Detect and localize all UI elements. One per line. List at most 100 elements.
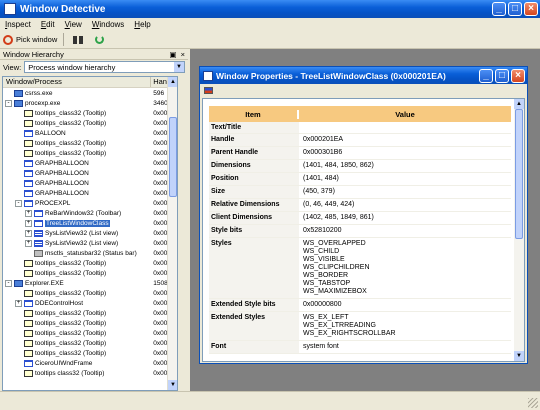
view-label: View: <box>3 62 22 72</box>
tree-row[interactable]: GRAPHBALLOON 0x0002 <box>3 168 177 178</box>
find-button[interactable] <box>67 33 89 47</box>
maximize-icon[interactable]: □ <box>495 68 509 83</box>
tree-row[interactable]: tooltips_class32 (Tooltip) 0x0002 <box>3 268 177 278</box>
close-icon[interactable]: × <box>511 68 525 83</box>
chevron-down-icon[interactable]: ▼ <box>174 62 184 72</box>
collapse-icon[interactable]: - <box>5 99 12 107</box>
tree-row[interactable]: tooltips_class32 (Tooltip) 0x0002 <box>3 288 177 298</box>
minimize-icon[interactable]: _ <box>492 2 506 16</box>
maximize-icon[interactable]: □ <box>508 2 522 16</box>
tree-row[interactable]: - Explorer.EXE 1508 <box>3 278 177 288</box>
tree-row[interactable]: tooltips_class32 (Tooltip) 0x0001 <box>3 348 177 358</box>
tooltip-icon <box>24 149 33 157</box>
expand-icon[interactable]: + <box>25 229 32 237</box>
property-row[interactable]: Client Dimensions (1402, 485, 1849, 861) <box>209 212 511 225</box>
pick-window-button[interactable]: Pick window <box>0 33 60 47</box>
main-title-bar[interactable]: Window Detective _ □ × <box>0 0 540 18</box>
collapse-icon[interactable]: - <box>15 199 22 207</box>
tree-row-label: PROCEXPL <box>35 199 71 207</box>
tree-row[interactable]: GRAPHBALLOON 0x0002 <box>3 178 177 188</box>
tree-row[interactable]: + SysListView32 (List view) 0x0002 <box>3 228 177 238</box>
column-header-value: Value <box>395 109 415 119</box>
tree-row[interactable]: + SysListView32 (List view) 0x0002 <box>3 238 177 248</box>
tree-row[interactable]: - procexp.exe 3460 <box>3 98 177 108</box>
resize-grip-icon[interactable] <box>528 398 538 408</box>
tree-row[interactable]: tooltips_class32 (Tooltip) 0x0003 <box>3 138 177 148</box>
tree-row-name: BALLOON <box>3 129 153 137</box>
property-row[interactable]: Dimensions (1401, 484, 1850, 862) <box>209 160 511 173</box>
tooltip-icon <box>24 289 33 297</box>
proc-icon <box>14 89 23 97</box>
refresh-button[interactable] <box>89 33 110 47</box>
property-row[interactable]: Handle 0x000201EA <box>209 134 511 147</box>
properties-title-bar[interactable]: Window Properties - TreeListWindowClass … <box>200 67 527 84</box>
property-row[interactable]: Parent Handle 0x000301B6 <box>209 147 511 160</box>
tree-row-name: GRAPHBALLOON <box>3 169 153 177</box>
minimize-icon[interactable]: _ <box>479 68 493 83</box>
property-row[interactable]: Styles WS_OVERLAPPED WS_CHILD WS_VISIBLE … <box>209 238 511 299</box>
tree-row[interactable]: tooltips_class32 (Tooltip) 0x0003 <box>3 338 177 348</box>
scroll-up-icon[interactable]: ▲ <box>168 77 177 87</box>
hierarchy-tree[interactable]: Window/Process Handle csrss.exe 596- proce… <box>2 76 178 391</box>
property-row[interactable]: Size (450, 379) <box>209 186 511 199</box>
scroll-down-icon[interactable]: ▼ <box>514 351 524 361</box>
expand-icon[interactable]: + <box>25 209 32 217</box>
status-icon <box>34 249 43 257</box>
tree-row[interactable]: csrss.exe 596 <box>3 88 177 98</box>
menu-edit[interactable]: Edit <box>36 20 60 29</box>
tree-row[interactable]: tooltips_class32 (Tooltip) 0x0003 <box>3 328 177 338</box>
tree-row[interactable]: msctls_statusbar32 (Status bar) 0x0002 <box>3 248 177 258</box>
menu-inspect[interactable]: Inspect <box>0 20 36 29</box>
tree-row[interactable]: tooltips class32 (Tooltip) 0x0001 <box>3 368 177 378</box>
menu-view[interactable]: View <box>60 20 87 29</box>
pane-float-icon[interactable]: ▣ <box>170 50 177 59</box>
tree-row[interactable]: + ReBarWindow32 (Toolbar) 0x0002 <box>3 208 177 218</box>
tree-row-label: CiceroUIWndFrame <box>35 359 93 367</box>
tree-row[interactable]: - PROCEXPL 0x0003 <box>3 198 177 208</box>
tree-row-label: procexp.exe <box>25 99 61 107</box>
view-select[interactable]: Process window hierarchy ▼ <box>24 61 185 73</box>
tree-row[interactable]: + TreeListWindowClass 0x0002 <box>3 218 177 228</box>
tree-row[interactable]: tooltips_class32 (Tooltip) 0x0002 <box>3 258 177 268</box>
window-icon <box>24 169 33 177</box>
tree-row-name: csrss.exe <box>3 89 153 97</box>
tree-row[interactable]: BALLOON 0x0003 <box>3 128 177 138</box>
column-header-name[interactable]: Window/Process <box>3 77 152 87</box>
menu-help[interactable]: Help <box>129 20 155 29</box>
property-row[interactable]: Extended Style bits 0x00000800 <box>209 299 511 312</box>
scroll-thumb[interactable] <box>515 109 523 239</box>
tree-row[interactable]: CiceroUIWndFrame 0x0001 <box>3 358 177 368</box>
property-row[interactable]: Style bits 0x52810200 <box>209 225 511 238</box>
tree-row[interactable]: tooltips_class32 (Tooltip) 0x0001 <box>3 308 177 318</box>
properties-scrollbar[interactable]: ▲ ▼ <box>514 99 524 361</box>
expand-icon[interactable]: + <box>25 219 32 227</box>
tree-row[interactable]: tooltips_class32 (Tooltip) 0x0003 <box>3 318 177 328</box>
tree-row[interactable]: GRAPHBALLOON 0x0002 <box>3 188 177 198</box>
tree-row[interactable]: tooltips_class32 (Tooltip) 0x0000 <box>3 118 177 128</box>
tree-scrollbar[interactable]: ▲ ▼ <box>167 77 177 390</box>
pane-close-icon[interactable]: × <box>181 50 185 59</box>
tree-row[interactable]: + DDEControlHost 0x0001 <box>3 298 177 308</box>
menu-windows[interactable]: Windows <box>87 20 129 29</box>
flag-icon[interactable] <box>204 86 213 94</box>
tree-row[interactable]: tooltips_class32 (Tooltip) 0x0003 <box>3 108 177 118</box>
property-row[interactable]: Position (1401, 484) <box>209 173 511 186</box>
tree-row-label: TreeListWindowClass <box>45 219 110 227</box>
property-row[interactable]: Relative Dimensions (0, 46, 449, 424) <box>209 199 511 212</box>
tree-row[interactable]: tooltips_class32 (Tooltip) 0x0003 <box>3 148 177 158</box>
expand-icon[interactable]: + <box>15 299 22 307</box>
property-row[interactable]: Extended Styles WS_EX_LEFT WS_EX_LTRREADI… <box>209 312 511 341</box>
property-row[interactable]: Font system font <box>209 341 511 354</box>
collapse-icon[interactable]: - <box>5 279 12 287</box>
scroll-thumb[interactable] <box>169 117 177 197</box>
scroll-down-icon[interactable]: ▼ <box>168 380 177 390</box>
close-icon[interactable]: × <box>524 2 538 16</box>
expand-icon[interactable]: + <box>25 239 32 247</box>
tree-row[interactable]: GRAPHBALLOON 0x0002 <box>3 158 177 168</box>
tree-row-name: tooltips_class32 (Tooltip) <box>3 289 153 297</box>
property-row[interactable]: Text/Title <box>209 122 511 134</box>
scroll-up-icon[interactable]: ▲ <box>514 99 524 109</box>
